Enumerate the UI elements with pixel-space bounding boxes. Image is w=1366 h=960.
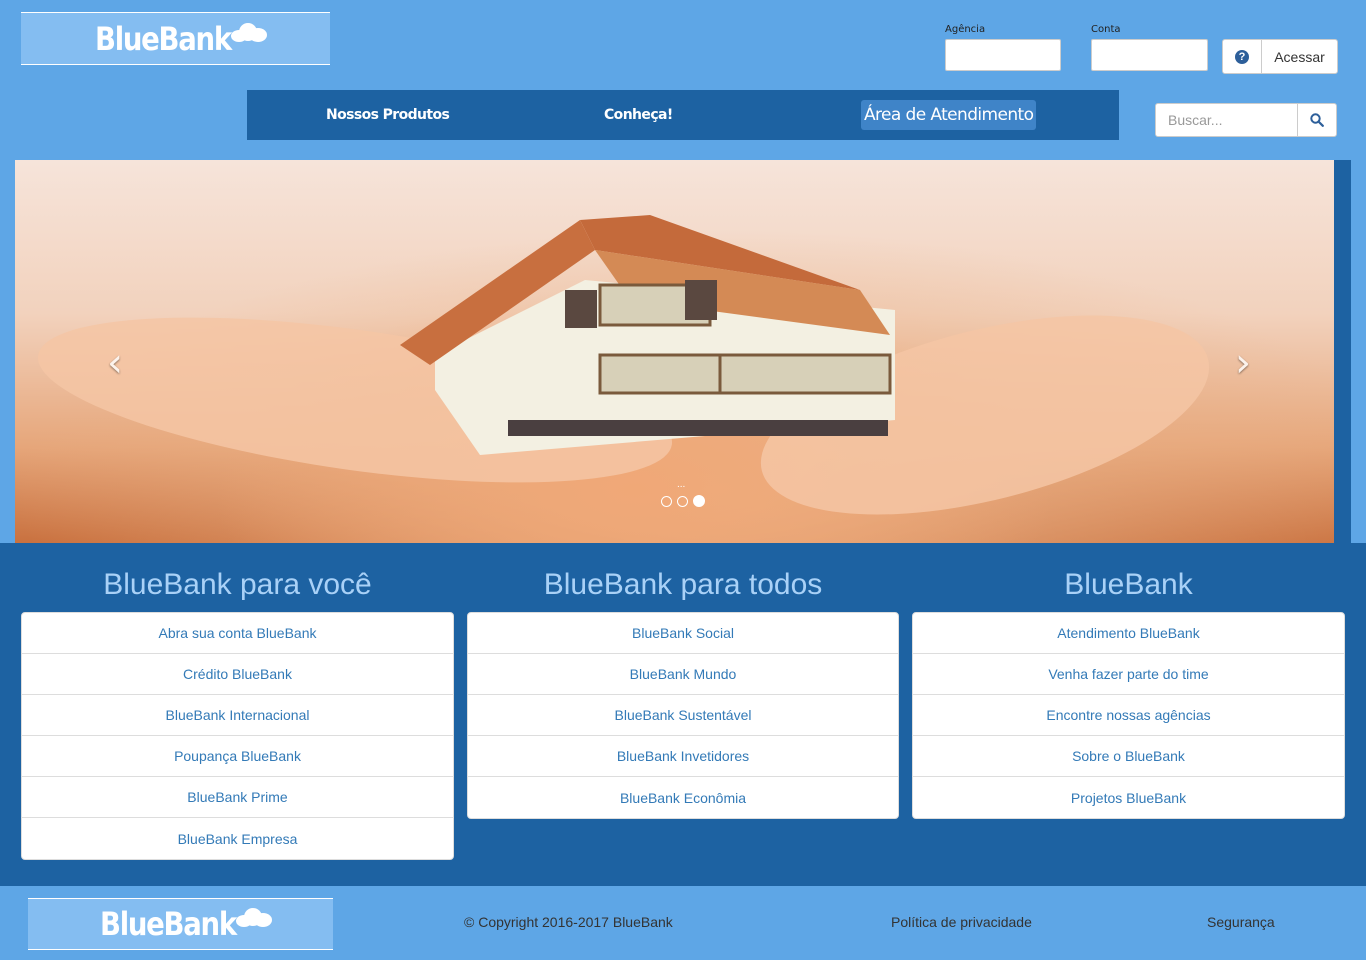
section-title: BlueBank para você [103,568,372,601]
list-item[interactable]: Abra sua conta BlueBank [22,613,453,654]
list-item[interactable]: BlueBank Invetidores [468,736,898,777]
carousel-caption: ... [677,479,686,490]
agency-input[interactable] [945,39,1061,71]
cloud-icon [231,21,268,43]
list-item[interactable]: Projetos BlueBank [913,777,1344,818]
list-item[interactable]: Venha fazer parte do time [913,654,1344,695]
list-item[interactable]: Sobre o BlueBank [913,736,1344,777]
cloud-icon [236,906,273,928]
account-input[interactable] [1091,39,1208,71]
main-content: BlueBank para você Abra sua conta BlueBa… [0,543,1366,886]
account-label: Conta [1091,24,1121,35]
carousel-indicator[interactable] [661,496,672,507]
section-bluebank: BlueBank Atendimento BlueBank Venha faze… [912,543,1345,819]
header: BlueBank Agência Conta ? Acessar Nossos … [0,0,1366,160]
footer: BlueBank © Copyright 2016-2017 BlueBank … [0,886,1366,960]
footer-security-link[interactable]: Segurança [1207,914,1275,930]
search-button[interactable] [1297,103,1337,137]
footer-brand-logo[interactable]: BlueBank [28,898,333,950]
chevron-left-icon[interactable]: ‹ [107,340,123,386]
section-title: BlueBank [1064,568,1193,601]
link-list: BlueBank Social BlueBank Mundo BlueBank … [467,612,899,819]
nav-item-products[interactable]: Nossos Produtos [326,90,450,140]
list-item[interactable]: Atendimento BlueBank [913,613,1344,654]
search-input[interactable]: Buscar... [1155,103,1298,137]
list-item[interactable]: BlueBank Sustentável [468,695,898,736]
link-list: Atendimento BlueBank Venha fazer parte d… [912,612,1345,819]
list-item[interactable]: Crédito BlueBank [22,654,453,695]
brand-logo-text: BlueBank [99,905,237,943]
hero-carousel: ‹ › ... [15,160,1351,543]
link-list: Abra sua conta BlueBank Crédito BlueBank… [21,612,454,860]
list-item[interactable]: BlueBank Econômia [468,777,898,818]
footer-privacy-link[interactable]: Política de privacidade [891,914,1032,930]
carousel-indicator[interactable] [677,496,688,507]
list-item[interactable]: BlueBank Mundo [468,654,898,695]
help-button[interactable]: ? [1222,39,1262,74]
list-item[interactable]: BlueBank Internacional [22,695,453,736]
nav-item-about[interactable]: Conheça! [604,90,673,140]
carousel-indicator-active[interactable] [693,495,705,507]
list-item[interactable]: Encontre nossas agências [913,695,1344,736]
list-item[interactable]: Poupança BlueBank [22,736,453,777]
question-circle-icon: ? [1235,49,1249,64]
nav-item-support[interactable]: Área de Atendimento [861,100,1037,130]
section-for-you: BlueBank para você Abra sua conta BlueBa… [21,543,454,860]
house-illustration [400,215,895,455]
list-item[interactable]: BlueBank Prime [22,777,453,818]
brand-logo[interactable]: BlueBank [21,12,330,65]
search-icon [1310,113,1324,127]
agency-label: Agência [945,24,986,35]
footer-copyright: © Copyright 2016-2017 BlueBank [464,914,673,930]
section-for-all: BlueBank para todos BlueBank Social Blue… [467,543,899,819]
brand-logo-text: BlueBank [94,19,232,58]
carousel-indicators [661,495,705,507]
carousel-slide-image: ‹ › ... [15,160,1334,543]
access-button[interactable]: Acessar [1261,39,1338,74]
list-item[interactable]: BlueBank Empresa [22,818,453,859]
chevron-right-icon[interactable]: › [1235,340,1251,386]
list-item[interactable]: BlueBank Social [468,613,898,654]
main-nav: Nossos Produtos Conheça! Área de Atendim… [247,90,1119,140]
section-title: BlueBank para todos [543,568,823,601]
